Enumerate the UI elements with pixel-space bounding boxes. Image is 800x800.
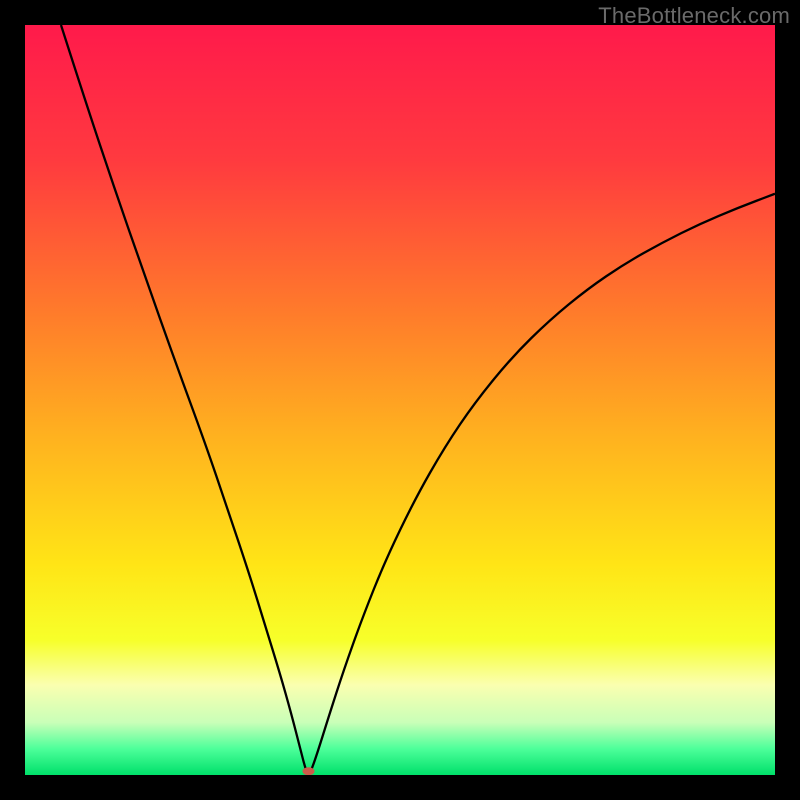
- minimum-marker: [303, 767, 315, 775]
- chart-svg: [25, 25, 775, 775]
- plot-area: [25, 25, 775, 775]
- gradient-background: [25, 25, 775, 775]
- chart-frame: TheBottleneck.com: [0, 0, 800, 800]
